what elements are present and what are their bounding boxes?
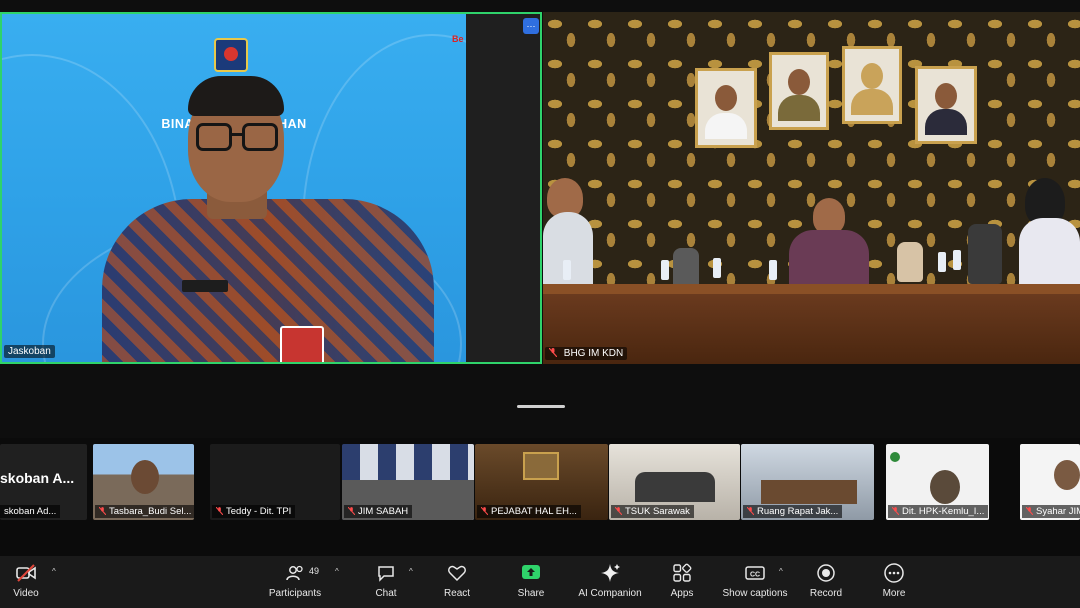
participant-name: Syahar JIM K... bbox=[1022, 505, 1080, 518]
heart-icon bbox=[448, 565, 466, 582]
chat-icon bbox=[378, 566, 394, 582]
apps-button[interactable]: Apps bbox=[647, 562, 717, 604]
captions-icon: CC bbox=[745, 566, 765, 580]
resize-handle[interactable] bbox=[517, 405, 565, 408]
mic-muted-icon bbox=[615, 507, 622, 515]
sparkle-icon bbox=[601, 564, 620, 582]
participants-icon bbox=[286, 565, 303, 581]
mic-muted-icon bbox=[481, 507, 488, 515]
id-card bbox=[280, 326, 324, 362]
mic-muted-icon bbox=[549, 348, 557, 357]
active-speaker-tile[interactable]: DIREK ERAL BINA ADMIN LAYAHAN Be ⋯ Jasko… bbox=[0, 12, 542, 364]
svg-text:CC: CC bbox=[750, 572, 760, 579]
video-off-icon bbox=[16, 564, 36, 582]
participant-tile[interactable]: TSUK Sarawak bbox=[609, 444, 740, 520]
participant-name: TSUK Sarawak bbox=[611, 505, 694, 518]
participant-initials: skoban A... bbox=[0, 470, 75, 486]
participant-tile[interactable]: skoban A... skoban Ad... bbox=[0, 444, 87, 520]
apps-icon bbox=[673, 563, 692, 582]
participant-tile[interactable]: JIM SABAH bbox=[342, 444, 474, 520]
participant-name: PEJABAT HAL EH... bbox=[477, 505, 581, 518]
portrait-frame bbox=[769, 52, 829, 130]
portrait-frame bbox=[842, 46, 902, 124]
ministry-logo bbox=[214, 38, 248, 72]
participant-filmstrip: skoban A... skoban Ad... Tasbara_Budi Se… bbox=[0, 444, 1080, 522]
share-screen-icon bbox=[522, 565, 540, 579]
room-video-tile[interactable]: BHG IM KDN bbox=[543, 12, 1080, 364]
participant-tile[interactable]: PEJABAT HAL EH... bbox=[475, 444, 608, 520]
speaker-name-tag: Jaskoban bbox=[4, 345, 55, 358]
participant-figure bbox=[813, 198, 845, 234]
participant-name: Ruang Rapat Jak... bbox=[743, 505, 843, 518]
participant-name: Dit. HPK-Kemlu_I... bbox=[888, 505, 989, 518]
participant-name: Teddy - Dit. TPI bbox=[212, 505, 296, 518]
participant-tile[interactable]: Syahar JIM K... bbox=[1020, 444, 1080, 520]
participants-options-caret[interactable]: ^ bbox=[335, 568, 343, 576]
meeting-toolbar: Video ^ Participants 49 ^ Chat ^ React S… bbox=[0, 556, 1080, 608]
chat-options-caret[interactable]: ^ bbox=[409, 568, 417, 576]
name-badge bbox=[182, 280, 228, 292]
mic-muted-icon bbox=[216, 507, 223, 515]
participants-button[interactable]: Participants bbox=[260, 562, 330, 604]
portrait-frame bbox=[915, 66, 977, 144]
participant-name: JIM SABAH bbox=[344, 505, 413, 518]
mic-muted-icon bbox=[892, 507, 899, 515]
participant-tile[interactable]: Tasbara_Budi Sel... bbox=[93, 444, 194, 520]
participant-tile[interactable]: Dit. HPK-Kemlu_I... bbox=[886, 444, 989, 520]
captions-options-caret[interactable]: ^ bbox=[779, 568, 787, 576]
participants-count: 49 bbox=[309, 566, 320, 576]
record-icon bbox=[817, 564, 835, 582]
video-options-caret[interactable]: ^ bbox=[52, 568, 60, 576]
mic-muted-icon bbox=[99, 507, 106, 515]
more-icon bbox=[884, 563, 904, 583]
participant-name: skoban Ad... bbox=[0, 505, 61, 518]
room-name-tag: BHG IM KDN bbox=[545, 347, 628, 360]
corner-text: Be bbox=[452, 34, 464, 44]
more-button[interactable]: More bbox=[859, 562, 929, 604]
video-stage: DIREK ERAL BINA ADMIN LAYAHAN Be ⋯ Jasko… bbox=[0, 0, 1080, 438]
record-button[interactable]: Record bbox=[791, 562, 861, 604]
share-button[interactable]: Share bbox=[496, 562, 566, 604]
tile-side-panel bbox=[466, 14, 540, 362]
ai-companion-button[interactable]: AI Companion bbox=[575, 562, 645, 604]
glasses bbox=[196, 123, 280, 153]
mic-muted-icon bbox=[1026, 507, 1033, 515]
portrait-frame bbox=[695, 68, 757, 148]
participant-name: Tasbara_Budi Sel... bbox=[95, 505, 194, 518]
mic-muted-icon bbox=[348, 507, 355, 515]
speaker-body bbox=[102, 199, 434, 362]
tile-options-icon[interactable]: ⋯ bbox=[523, 18, 539, 34]
participant-tile[interactable]: Ruang Rapat Jak... bbox=[741, 444, 874, 520]
mic-muted-icon bbox=[747, 507, 754, 515]
react-button[interactable]: React bbox=[422, 562, 492, 604]
participant-tile[interactable]: Teddy - Dit. TPI bbox=[210, 444, 340, 520]
